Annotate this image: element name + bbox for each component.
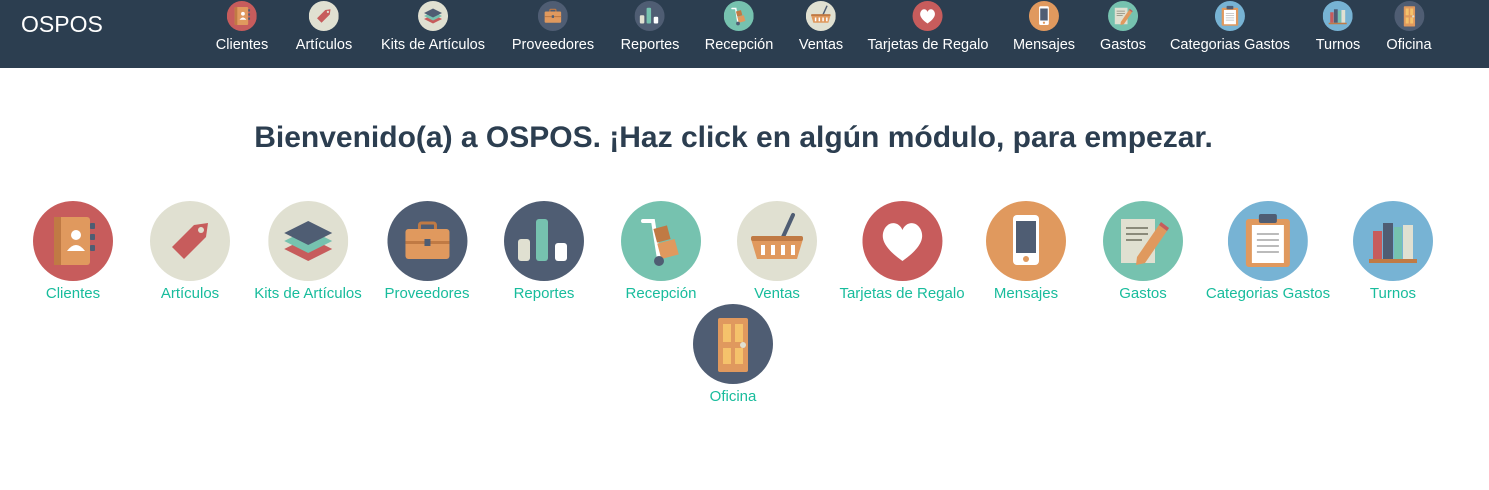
nav-item-label: Categorias Gastos	[1169, 37, 1291, 53]
nav-item-label: Mensajes	[1012, 37, 1076, 53]
nav-item-label: Artículos	[295, 37, 353, 53]
module-label: Gastos	[1119, 285, 1167, 302]
door-icon	[1394, 1, 1424, 31]
module-label: Mensajes	[993, 285, 1059, 302]
nav-item-label: Ventas	[798, 37, 844, 53]
mobile-phone-icon	[1029, 1, 1059, 31]
module-label: Ventas	[754, 285, 800, 302]
heart-icon	[913, 1, 943, 31]
module-label: Tarjetas de Regalo	[839, 285, 965, 302]
nav-item-label: Gastos	[1100, 37, 1146, 53]
mobile-phone-icon	[986, 201, 1066, 281]
stacked-layers-icon	[418, 1, 448, 31]
module-gastos[interactable]: Gastos	[1103, 201, 1183, 303]
top-navbar: OSPOS Clientes Artículos Kits de Artícul…	[0, 0, 1489, 68]
bar-chart-icon	[635, 1, 665, 31]
module-oficina[interactable]: Oficina	[693, 304, 773, 406]
module-turnos[interactable]: Turnos	[1353, 201, 1433, 303]
nav-item-recepcion[interactable]: Recepción	[704, 0, 774, 68]
clipboard-icon	[1215, 1, 1245, 31]
nav-item-kits-de-articulos[interactable]: Kits de Artículos	[381, 0, 485, 68]
module-ventas[interactable]: Ventas	[737, 201, 817, 303]
module-label: Oficina	[709, 388, 757, 405]
module-label: Clientes	[45, 285, 101, 302]
module-label: Artículos	[160, 285, 220, 302]
nav-item-mensajes[interactable]: Mensajes	[1013, 0, 1075, 68]
address-book-icon	[33, 201, 113, 281]
nav-item-clientes[interactable]: Clientes	[216, 0, 268, 68]
module-label: Reportes	[513, 285, 575, 302]
nav-item-oficina[interactable]: Oficina	[1386, 0, 1432, 68]
nav-item-articulos[interactable]: Artículos	[296, 0, 352, 68]
hand-truck-icon	[621, 201, 701, 281]
bar-chart-icon	[504, 201, 584, 281]
nav-item-tarjetas-de-regalo[interactable]: Tarjetas de Regalo	[867, 0, 989, 68]
nav-item-label: Recepción	[704, 37, 774, 53]
module-proveedores[interactable]: Proveedores	[384, 201, 470, 303]
nav-item-ventas[interactable]: Ventas	[799, 0, 843, 68]
nav-item-label: Oficina	[1386, 37, 1432, 53]
module-articulos[interactable]: Artículos	[150, 201, 230, 303]
nav-item-label: Tarjetas de Regalo	[867, 37, 989, 53]
module-label: Turnos	[1369, 285, 1417, 302]
nav-item-gastos[interactable]: Gastos	[1100, 0, 1146, 68]
document-pencil-icon	[1108, 1, 1138, 31]
module-clientes[interactable]: Clientes	[33, 201, 113, 303]
module-label: Categorias Gastos	[1205, 285, 1331, 302]
briefcase-icon	[387, 201, 467, 281]
nav-item-label: Turnos	[1315, 37, 1361, 53]
welcome-message: Bienvenido(a) a OSPOS. ¡Haz click en alg…	[254, 121, 1213, 154]
nav-item-label: Reportes	[620, 37, 680, 53]
books-icon	[1323, 1, 1353, 31]
clipboard-icon	[1228, 201, 1308, 281]
nav-item-reportes[interactable]: Reportes	[620, 0, 680, 68]
address-book-icon	[227, 1, 257, 31]
hand-truck-icon	[724, 1, 754, 31]
module-recepcion[interactable]: Recepción	[621, 201, 701, 303]
briefcase-icon	[538, 1, 568, 31]
nav-item-label: Kits de Artículos	[381, 37, 485, 53]
nav-item-label: Proveedores	[511, 37, 595, 53]
module-mensajes[interactable]: Mensajes	[986, 201, 1066, 303]
module-tarjetas-de-regalo[interactable]: Tarjetas de Regalo	[839, 201, 965, 303]
module-reportes[interactable]: Reportes	[504, 201, 584, 303]
nav-item-categorias-gastos[interactable]: Categorias Gastos	[1170, 0, 1290, 68]
books-icon	[1353, 201, 1433, 281]
module-kits-de-articulos[interactable]: Kits de Artículos	[254, 201, 362, 303]
stacked-layers-icon	[268, 201, 348, 281]
module-label: Kits de Artículos	[254, 285, 362, 302]
price-tag-icon	[150, 201, 230, 281]
shopping-basket-icon	[806, 1, 836, 31]
module-label: Recepción	[625, 285, 697, 302]
module-categorias-gastos[interactable]: Categorias Gastos	[1206, 201, 1330, 303]
brand-link[interactable]: OSPOS	[21, 10, 103, 38]
price-tag-icon	[309, 1, 339, 31]
shopping-basket-icon	[737, 201, 817, 281]
nav-item-turnos[interactable]: Turnos	[1315, 0, 1361, 68]
heart-icon	[862, 201, 942, 281]
document-pencil-icon	[1103, 201, 1183, 281]
nav-item-label: Clientes	[215, 37, 269, 53]
door-icon	[693, 304, 773, 384]
nav-item-proveedores[interactable]: Proveedores	[512, 0, 594, 68]
module-label: Proveedores	[384, 285, 470, 302]
